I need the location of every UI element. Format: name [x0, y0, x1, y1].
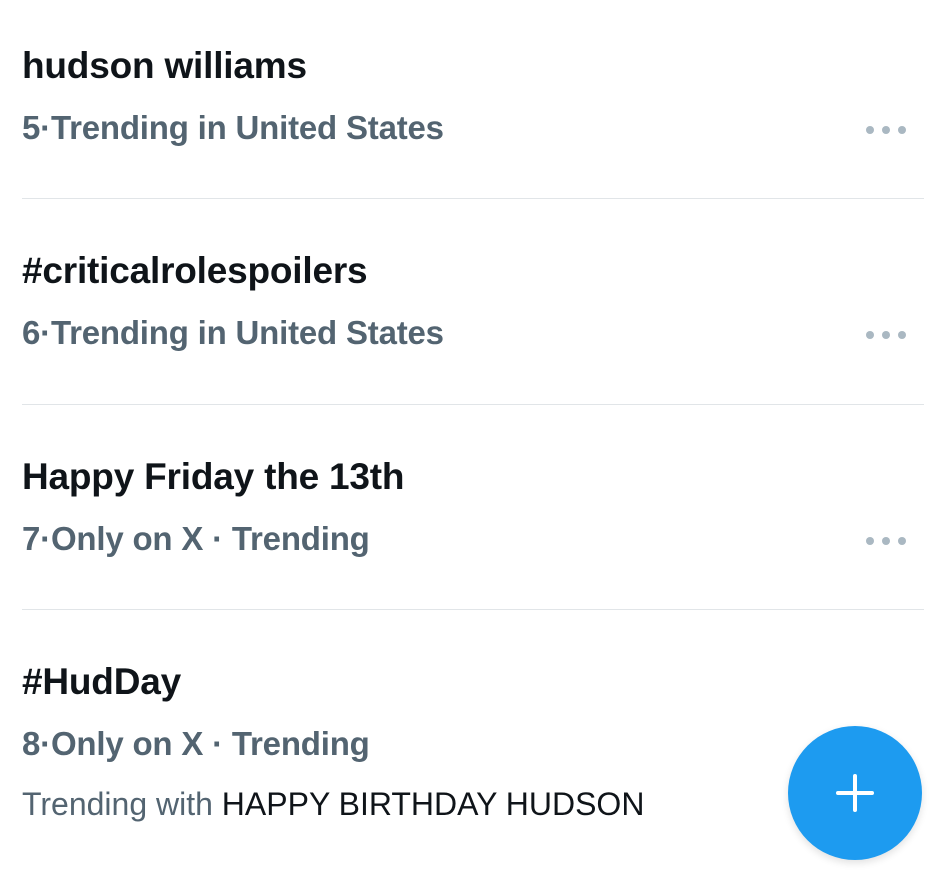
trend-item[interactable]: #HudDay 8·Only on X · Trending Trending … [22, 610, 924, 875]
trend-item[interactable]: hudson williams 5·Trending in United Sta… [22, 0, 924, 198]
trend-title: hudson williams [22, 45, 307, 86]
meta-separator: · [40, 520, 51, 557]
trend-rank: 8 [22, 725, 41, 762]
trend-title: Happy Friday the 13th [22, 456, 405, 497]
trend-rank: 6 [22, 314, 41, 351]
meta-separator: · [40, 314, 51, 351]
trend-meta: 8·Only on X · Trending [22, 725, 370, 763]
trend-item[interactable]: Happy Friday the 13th 7·Only on X · Tren… [22, 405, 924, 609]
trend-meta-text: Only on X · Trending [50, 725, 370, 762]
trend-location: Trending in United States [50, 109, 444, 146]
meta-separator: · [40, 725, 51, 762]
trend-title: #HudDay [22, 661, 181, 702]
more-horizontal-icon[interactable] [866, 118, 906, 142]
plus-icon [836, 774, 874, 812]
meta-separator: · [40, 109, 51, 146]
trend-meta: 6·Trending in United States [22, 314, 444, 352]
trend-item[interactable]: #criticalrolespoilers 6·Trending in Unit… [22, 199, 924, 404]
trend-rank: 7 [22, 520, 41, 557]
trend-context-value: HAPPY BIRTHDAY HUDSON [221, 786, 645, 822]
trend-meta-text: Only on X · Trending [50, 520, 370, 557]
trend-context-prefix: Trending with [22, 786, 213, 822]
trend-title: #criticalrolespoilers [22, 250, 368, 291]
more-horizontal-icon[interactable] [866, 529, 906, 553]
trend-location: Trending in United States [50, 314, 444, 351]
trend-meta: 5·Trending in United States [22, 109, 444, 147]
trend-rank: 5 [22, 109, 41, 146]
compose-button[interactable] [788, 726, 922, 860]
more-horizontal-icon[interactable] [866, 323, 906, 347]
trend-context: Trending with HAPPY BIRTHDAY HUDSON [22, 786, 644, 823]
trend-meta: 7·Only on X · Trending [22, 520, 370, 558]
